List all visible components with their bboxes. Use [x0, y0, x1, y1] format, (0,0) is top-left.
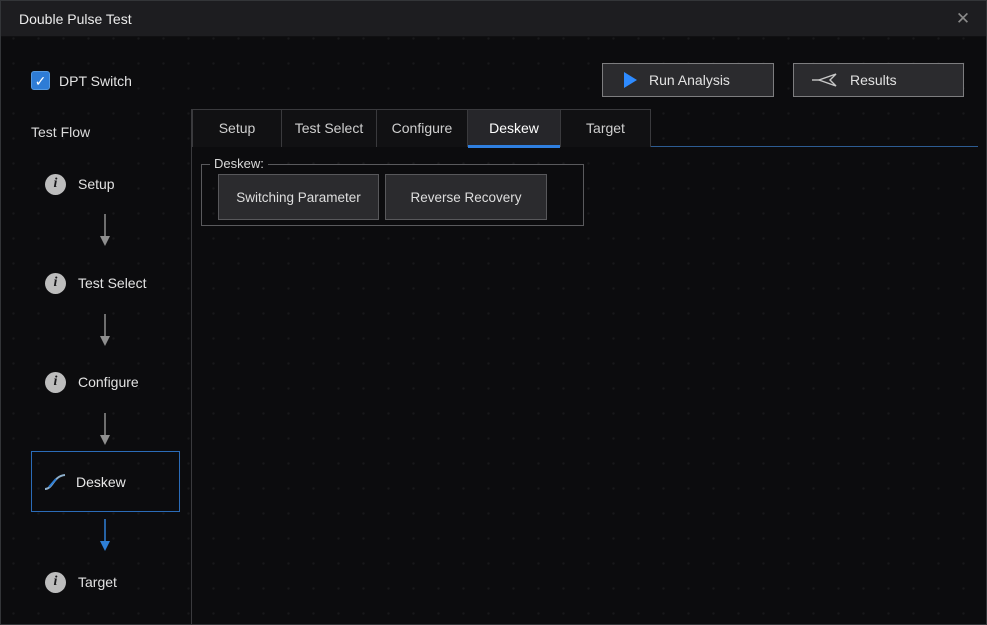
flow-item-deskew[interactable]: Deskew [31, 451, 180, 512]
flow-item-setup[interactable]: i Setup [31, 166, 181, 202]
switching-parameter-button[interactable]: Switching Parameter [218, 174, 379, 220]
close-icon: ✕ [956, 9, 970, 28]
deskew-group: Deskew: Switching Parameter Reverse Reco… [201, 164, 584, 226]
tab-test-select[interactable]: Test Select [281, 109, 376, 147]
title-bar: Double Pulse Test ✕ [1, 1, 986, 37]
double-pulse-test-window: Double Pulse Test ✕ ✓ DPT Switch Run Ana… [0, 0, 987, 625]
flow-item-target[interactable]: i Target [31, 564, 181, 600]
flow-item-label: Setup [78, 176, 115, 192]
flow-arrow-active-icon [98, 517, 112, 553]
results-label: Results [850, 72, 897, 88]
flow-item-configure[interactable]: i Configure [31, 364, 181, 400]
test-flow-title: Test Flow [31, 124, 90, 140]
flow-item-test-select[interactable]: i Test Select [31, 265, 181, 301]
play-icon [624, 72, 637, 88]
tab-setup[interactable]: Setup [192, 109, 281, 147]
deskew-group-label: Deskew: [210, 156, 268, 171]
dpt-switch-checkbox[interactable]: ✓ [31, 71, 50, 90]
tab-bar: Setup Test Select Configure Deskew Targe… [192, 109, 978, 147]
deskew-icon [42, 471, 68, 493]
tab-configure[interactable]: Configure [376, 109, 467, 147]
flow-item-label: Configure [78, 374, 139, 390]
window-title: Double Pulse Test [19, 1, 132, 37]
info-icon: i [45, 273, 66, 294]
run-analysis-button[interactable]: Run Analysis [602, 63, 774, 97]
flow-item-label: Target [78, 574, 117, 590]
results-icon [810, 72, 838, 88]
flow-arrow-icon [98, 411, 112, 447]
tab-deskew[interactable]: Deskew [467, 109, 560, 147]
check-icon: ✓ [35, 74, 47, 88]
close-button[interactable]: ✕ [950, 7, 976, 31]
dpt-switch-label: DPT Switch [59, 73, 132, 89]
flow-arrow-icon [98, 212, 112, 248]
panel-divider [191, 109, 192, 624]
info-icon: i [45, 372, 66, 393]
flow-arrow-icon [98, 312, 112, 348]
run-analysis-label: Run Analysis [649, 72, 730, 88]
flow-item-label: Deskew [76, 474, 126, 490]
results-button[interactable]: Results [793, 63, 964, 97]
info-icon: i [45, 572, 66, 593]
info-icon: i [45, 174, 66, 195]
reverse-recovery-button[interactable]: Reverse Recovery [385, 174, 547, 220]
flow-item-label: Test Select [78, 275, 146, 291]
tab-target[interactable]: Target [560, 109, 651, 147]
